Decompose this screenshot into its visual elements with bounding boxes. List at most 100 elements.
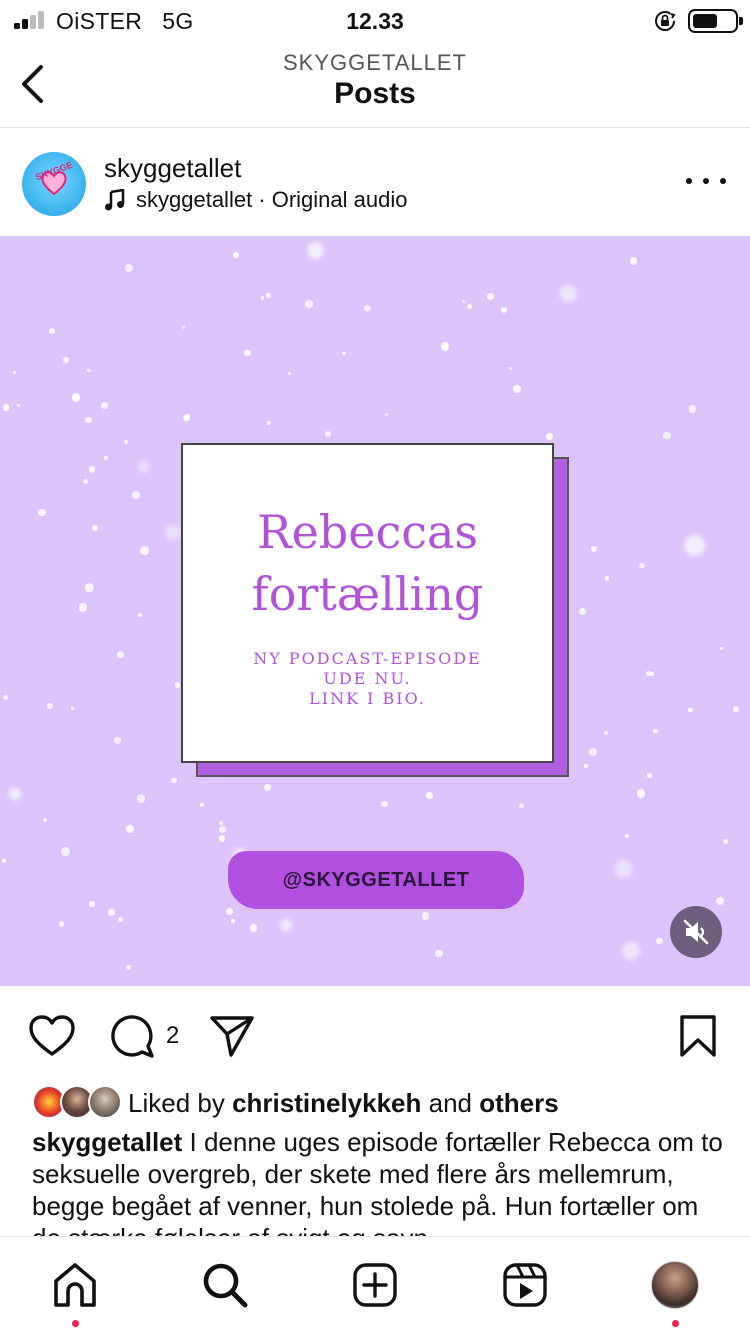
caption-username[interactable]: skyggetallet (32, 1127, 182, 1157)
snow-particle (614, 859, 633, 878)
snow-particle (17, 403, 21, 407)
snow-particle (249, 924, 258, 932)
snow-particle (218, 835, 225, 842)
snow-particle (79, 603, 88, 612)
nav-home-dot (72, 1320, 79, 1327)
snow-particle (58, 921, 65, 927)
snow-particle (218, 825, 226, 833)
music-note-icon (105, 189, 125, 211)
nav-create[interactable] (349, 1259, 401, 1311)
snow-particle (46, 702, 54, 710)
snow-particle (653, 728, 659, 734)
snow-particle (132, 490, 140, 499)
nav-profile[interactable] (649, 1259, 701, 1311)
snow-particle (88, 465, 96, 473)
likes-row[interactable]: Liked by christinelykkeh and others (32, 1084, 559, 1122)
heart-icon (29, 1015, 75, 1056)
snow-particle (83, 478, 89, 484)
snow-particle (200, 803, 204, 808)
snow-particle (84, 583, 94, 593)
snow-particle (136, 794, 146, 803)
snow-particle (42, 817, 48, 823)
snow-particle (590, 545, 597, 552)
more-horizontal-icon (686, 178, 692, 184)
snow-particle (684, 534, 706, 556)
snow-particle (2, 694, 9, 701)
snow-particle (342, 351, 346, 356)
snow-particle (578, 607, 587, 616)
snow-particle (183, 413, 191, 421)
snow-particle (244, 349, 251, 356)
snow-particle (137, 460, 149, 472)
speaker-muted-icon (683, 919, 709, 945)
snow-particle (171, 777, 177, 784)
snow-particle (87, 368, 91, 373)
snow-particle (629, 257, 638, 265)
snow-particle (108, 909, 116, 917)
status-bar: OiSTER 5G 12.33 (0, 0, 750, 40)
snow-particle (719, 646, 724, 651)
snow-particle (508, 366, 513, 371)
snow-particle (381, 801, 388, 808)
snow-particle (125, 825, 134, 833)
post-caption: skyggetallet I denne uges episode fortæl… (32, 1126, 732, 1236)
snow-particle (560, 285, 577, 302)
snow-particle (732, 706, 739, 713)
snow-particle (500, 306, 507, 313)
snow-particle (116, 650, 124, 658)
post-actions: 2 (0, 986, 750, 1082)
snow-particle (461, 299, 465, 303)
snow-particle (62, 356, 70, 364)
snow-particle (70, 707, 74, 711)
battery-level (693, 14, 717, 28)
snow-particle (117, 916, 123, 922)
snow-particle (636, 789, 646, 798)
nav-search[interactable] (199, 1259, 251, 1311)
plus-square-icon (353, 1263, 397, 1307)
snow-particle (230, 918, 236, 924)
more-options-button[interactable] (686, 173, 726, 189)
snow-particle (266, 421, 271, 426)
home-icon (54, 1263, 96, 1307)
page-title: Posts (334, 77, 416, 110)
snow-particle (38, 509, 46, 517)
snow-particle (716, 897, 725, 905)
share-button[interactable] (208, 1012, 256, 1060)
snow-particle (306, 242, 324, 259)
snow-particle (61, 847, 71, 856)
mute-button[interactable] (670, 906, 722, 958)
search-icon (203, 1263, 248, 1308)
snow-particle (287, 372, 292, 376)
snow-particle (440, 342, 450, 351)
snow-particle (279, 918, 292, 931)
like-button[interactable] (28, 1012, 76, 1060)
likers-others[interactable]: others (479, 1088, 558, 1118)
snow-particle (425, 792, 433, 800)
liker-username[interactable]: christinelykkeh (232, 1088, 421, 1118)
save-button[interactable] (674, 1012, 722, 1060)
reels-icon (503, 1263, 547, 1307)
liker-avatar (88, 1085, 122, 1119)
snow-particle (124, 263, 133, 272)
snow-particle (71, 393, 81, 402)
snow-particle (486, 292, 495, 301)
post-media[interactable]: Rebeccas fortælling NY PODCAST-EPISODE U… (0, 236, 750, 986)
nav-home[interactable] (49, 1259, 101, 1311)
snow-particle (325, 431, 331, 438)
snow-particle (688, 405, 697, 414)
card-subtitle: NY PODCAST-EPISODE UDE NU. LINK I BIO. (253, 649, 482, 708)
nav-profile-dot (672, 1320, 679, 1327)
audio-link[interactable]: skyggetallet · Original audio (104, 187, 407, 213)
snow-particle (647, 772, 653, 779)
snow-particle (100, 401, 108, 409)
user-avatar[interactable]: SKYGGE (22, 152, 86, 216)
comment-button[interactable] (108, 1012, 156, 1060)
battery-icon (688, 9, 743, 33)
snow-particle (265, 293, 271, 298)
bookmark-icon (680, 1015, 716, 1057)
post-username[interactable]: skyggetallet (104, 153, 241, 184)
status-time: 12.33 (346, 8, 404, 34)
snow-particle (2, 404, 10, 411)
nav-reels[interactable] (499, 1259, 551, 1311)
snow-particle (2, 858, 7, 863)
